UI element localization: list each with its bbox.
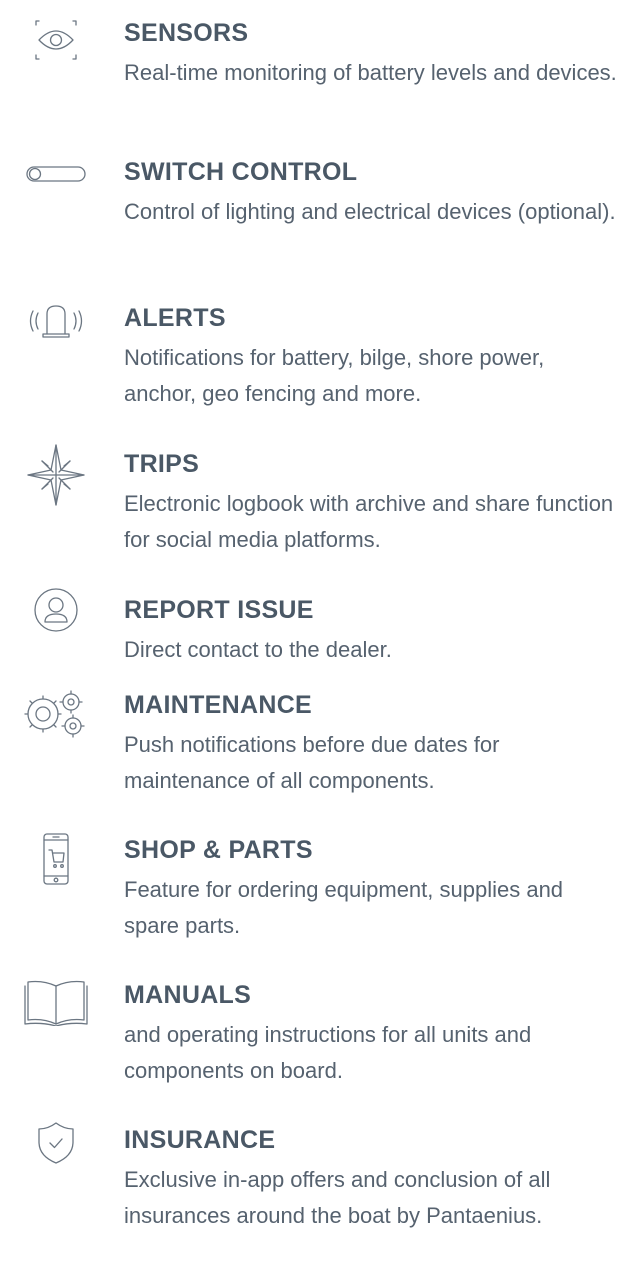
shield-check-icon [18,1120,94,1180]
feature-title: ALERTS [124,304,226,332]
feature-title: SENSORS [124,19,249,47]
feature-title: REPORT ISSUE [124,596,314,624]
compass-rose-icon [18,443,94,506]
feature-description: and operating instructions for all units… [124,1022,532,1083]
user-circle-icon [18,586,94,646]
alarm-siren-icon [18,302,94,362]
toggle-switch-icon [18,164,94,224]
feature-title: SHOP & PARTS [124,836,313,864]
feature-description: Electronic logbook with archive and shar… [124,491,614,552]
phone-cart-icon [18,832,94,892]
feature-title: MAINTENANCE [124,691,313,719]
eye-scan-icon [18,18,94,78]
feature-description: Control of lighting and electrical devic… [124,199,616,224]
feature-description: Push notifications before due dates for … [124,732,500,793]
feature-title: INSURANCE [124,1126,276,1154]
feature-title: SWITCH CONTROL [124,158,358,186]
feature-description: Exclusive in-app offers and conclusion o… [124,1167,551,1228]
feature-description: Direct contact to the dealer. [124,637,392,662]
feature-title: MANUALS [124,981,252,1009]
feature-title: TRIPS [124,450,200,478]
gears-icon [18,688,94,748]
feature-description: Notifications for battery, bilge, shore … [124,345,545,406]
feature-description: Real-time monitoring of battery levels a… [124,60,617,85]
open-book-icon [18,978,94,1038]
feature-description: Feature for ordering equipment, supplies… [124,877,564,938]
